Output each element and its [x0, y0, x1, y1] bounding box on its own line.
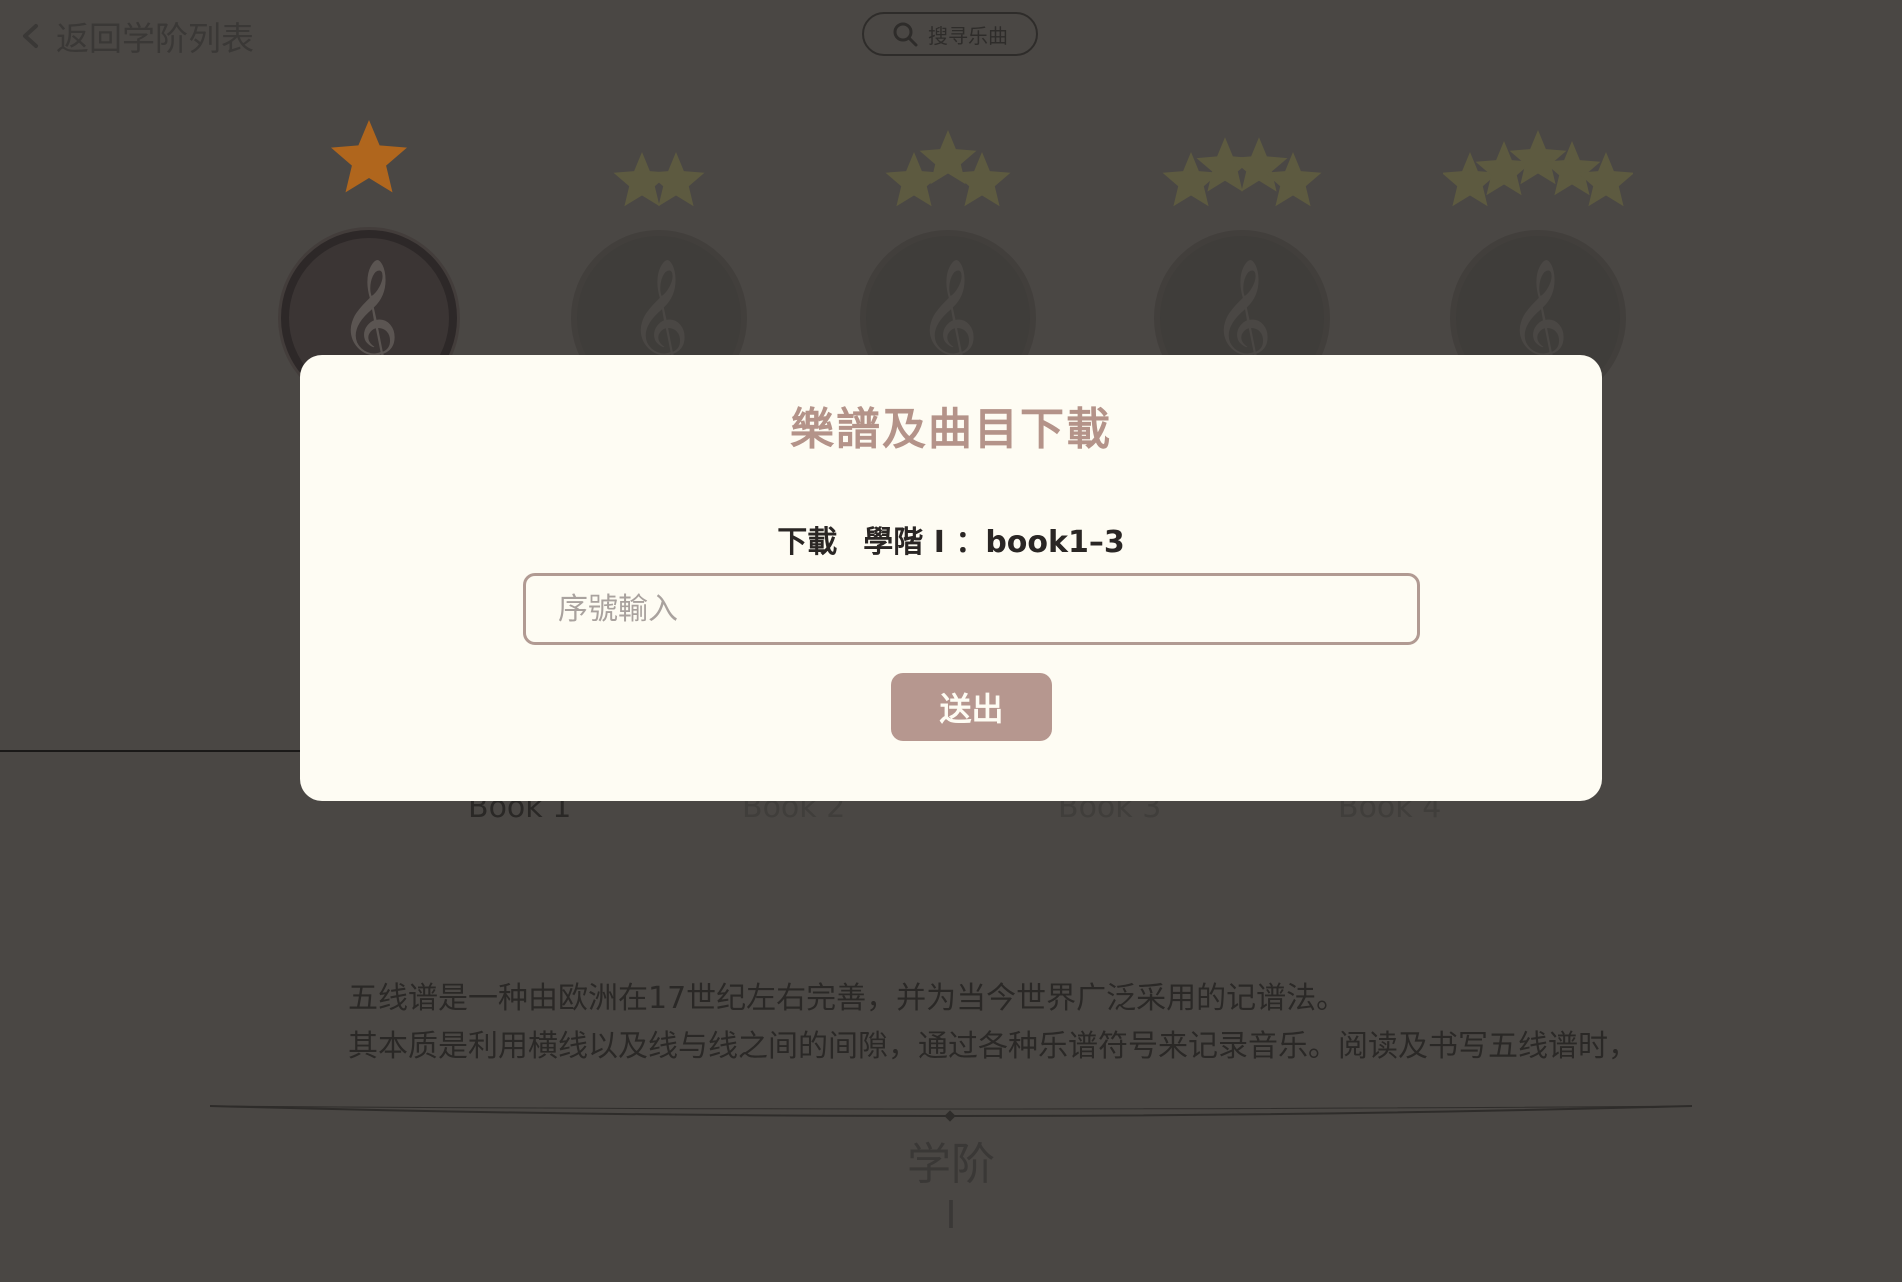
level-description: 五线谱是一种由欧洲在17世纪左右完善，并为当今世界广泛采用的记谱法。 其本质是利…	[348, 975, 1698, 1071]
level-3-item[interactable]: 𝄞	[853, 120, 1043, 406]
ornamental-divider	[210, 1105, 1692, 1122]
level-4-stars	[1162, 137, 1322, 207]
level-1-stars	[331, 120, 407, 193]
level-5-stars	[1443, 130, 1633, 207]
level-caption-number: I	[945, 1193, 957, 1237]
level-2-item[interactable]: 𝄞	[564, 120, 754, 406]
submit-button[interactable]: 送出	[891, 673, 1052, 741]
level-4-item[interactable]: 𝄞	[1147, 120, 1337, 406]
search-label: 搜寻乐曲	[928, 23, 1008, 48]
level-3-stars	[885, 130, 1011, 207]
search-icon	[893, 22, 918, 47]
level-1-item[interactable]: 𝄞	[274, 120, 464, 406]
download-dialog: 樂譜及曲目下載 下載學階 I ：book1–3 送出	[300, 355, 1602, 801]
dialog-subtitle: 下載 學階 I ：book1–3	[300, 517, 1602, 561]
dialog-title: 樂譜及曲目下載	[790, 404, 1112, 455]
chevron-left-icon	[23, 24, 38, 48]
star-icon	[1577, 152, 1633, 207]
description-line-2: 其本质是利用横线以及线与线之间的间隙，通过各种乐谱符号来记录音乐。阅读及书写五线…	[348, 1029, 1638, 1064]
subtitle-level: 學階 I ：book1–3	[863, 525, 1125, 560]
back-label: 返回学阶列表	[56, 19, 254, 58]
level-5-item[interactable]: 𝄞	[1443, 120, 1633, 406]
star-icon	[1475, 141, 1533, 196]
star-icon	[331, 120, 407, 193]
subtitle-prefix: 下載	[777, 525, 838, 560]
star-icon	[1543, 141, 1601, 196]
level-2-stars	[613, 152, 705, 207]
search-button[interactable]: 搜寻乐曲	[862, 12, 1038, 56]
serial-number-input[interactable]	[523, 573, 1420, 645]
current-level-caption: 学阶 I	[0, 1140, 1902, 1240]
level-caption-title: 学阶	[907, 1139, 995, 1190]
back-to-levels-link[interactable]: 返回学阶列表	[18, 12, 254, 60]
star-icon	[1443, 152, 1499, 207]
star-icon	[1509, 130, 1567, 185]
page: 返回学阶列表 搜寻乐曲 𝄞 𝄞 𝄞 𝄞 𝄞 Book 1 Book 2 Book…	[0, 0, 1902, 1282]
description-line-1: 五线谱是一种由欧洲在17世纪左右完善，并为当今世界广泛采用的记谱法。	[348, 981, 1347, 1016]
